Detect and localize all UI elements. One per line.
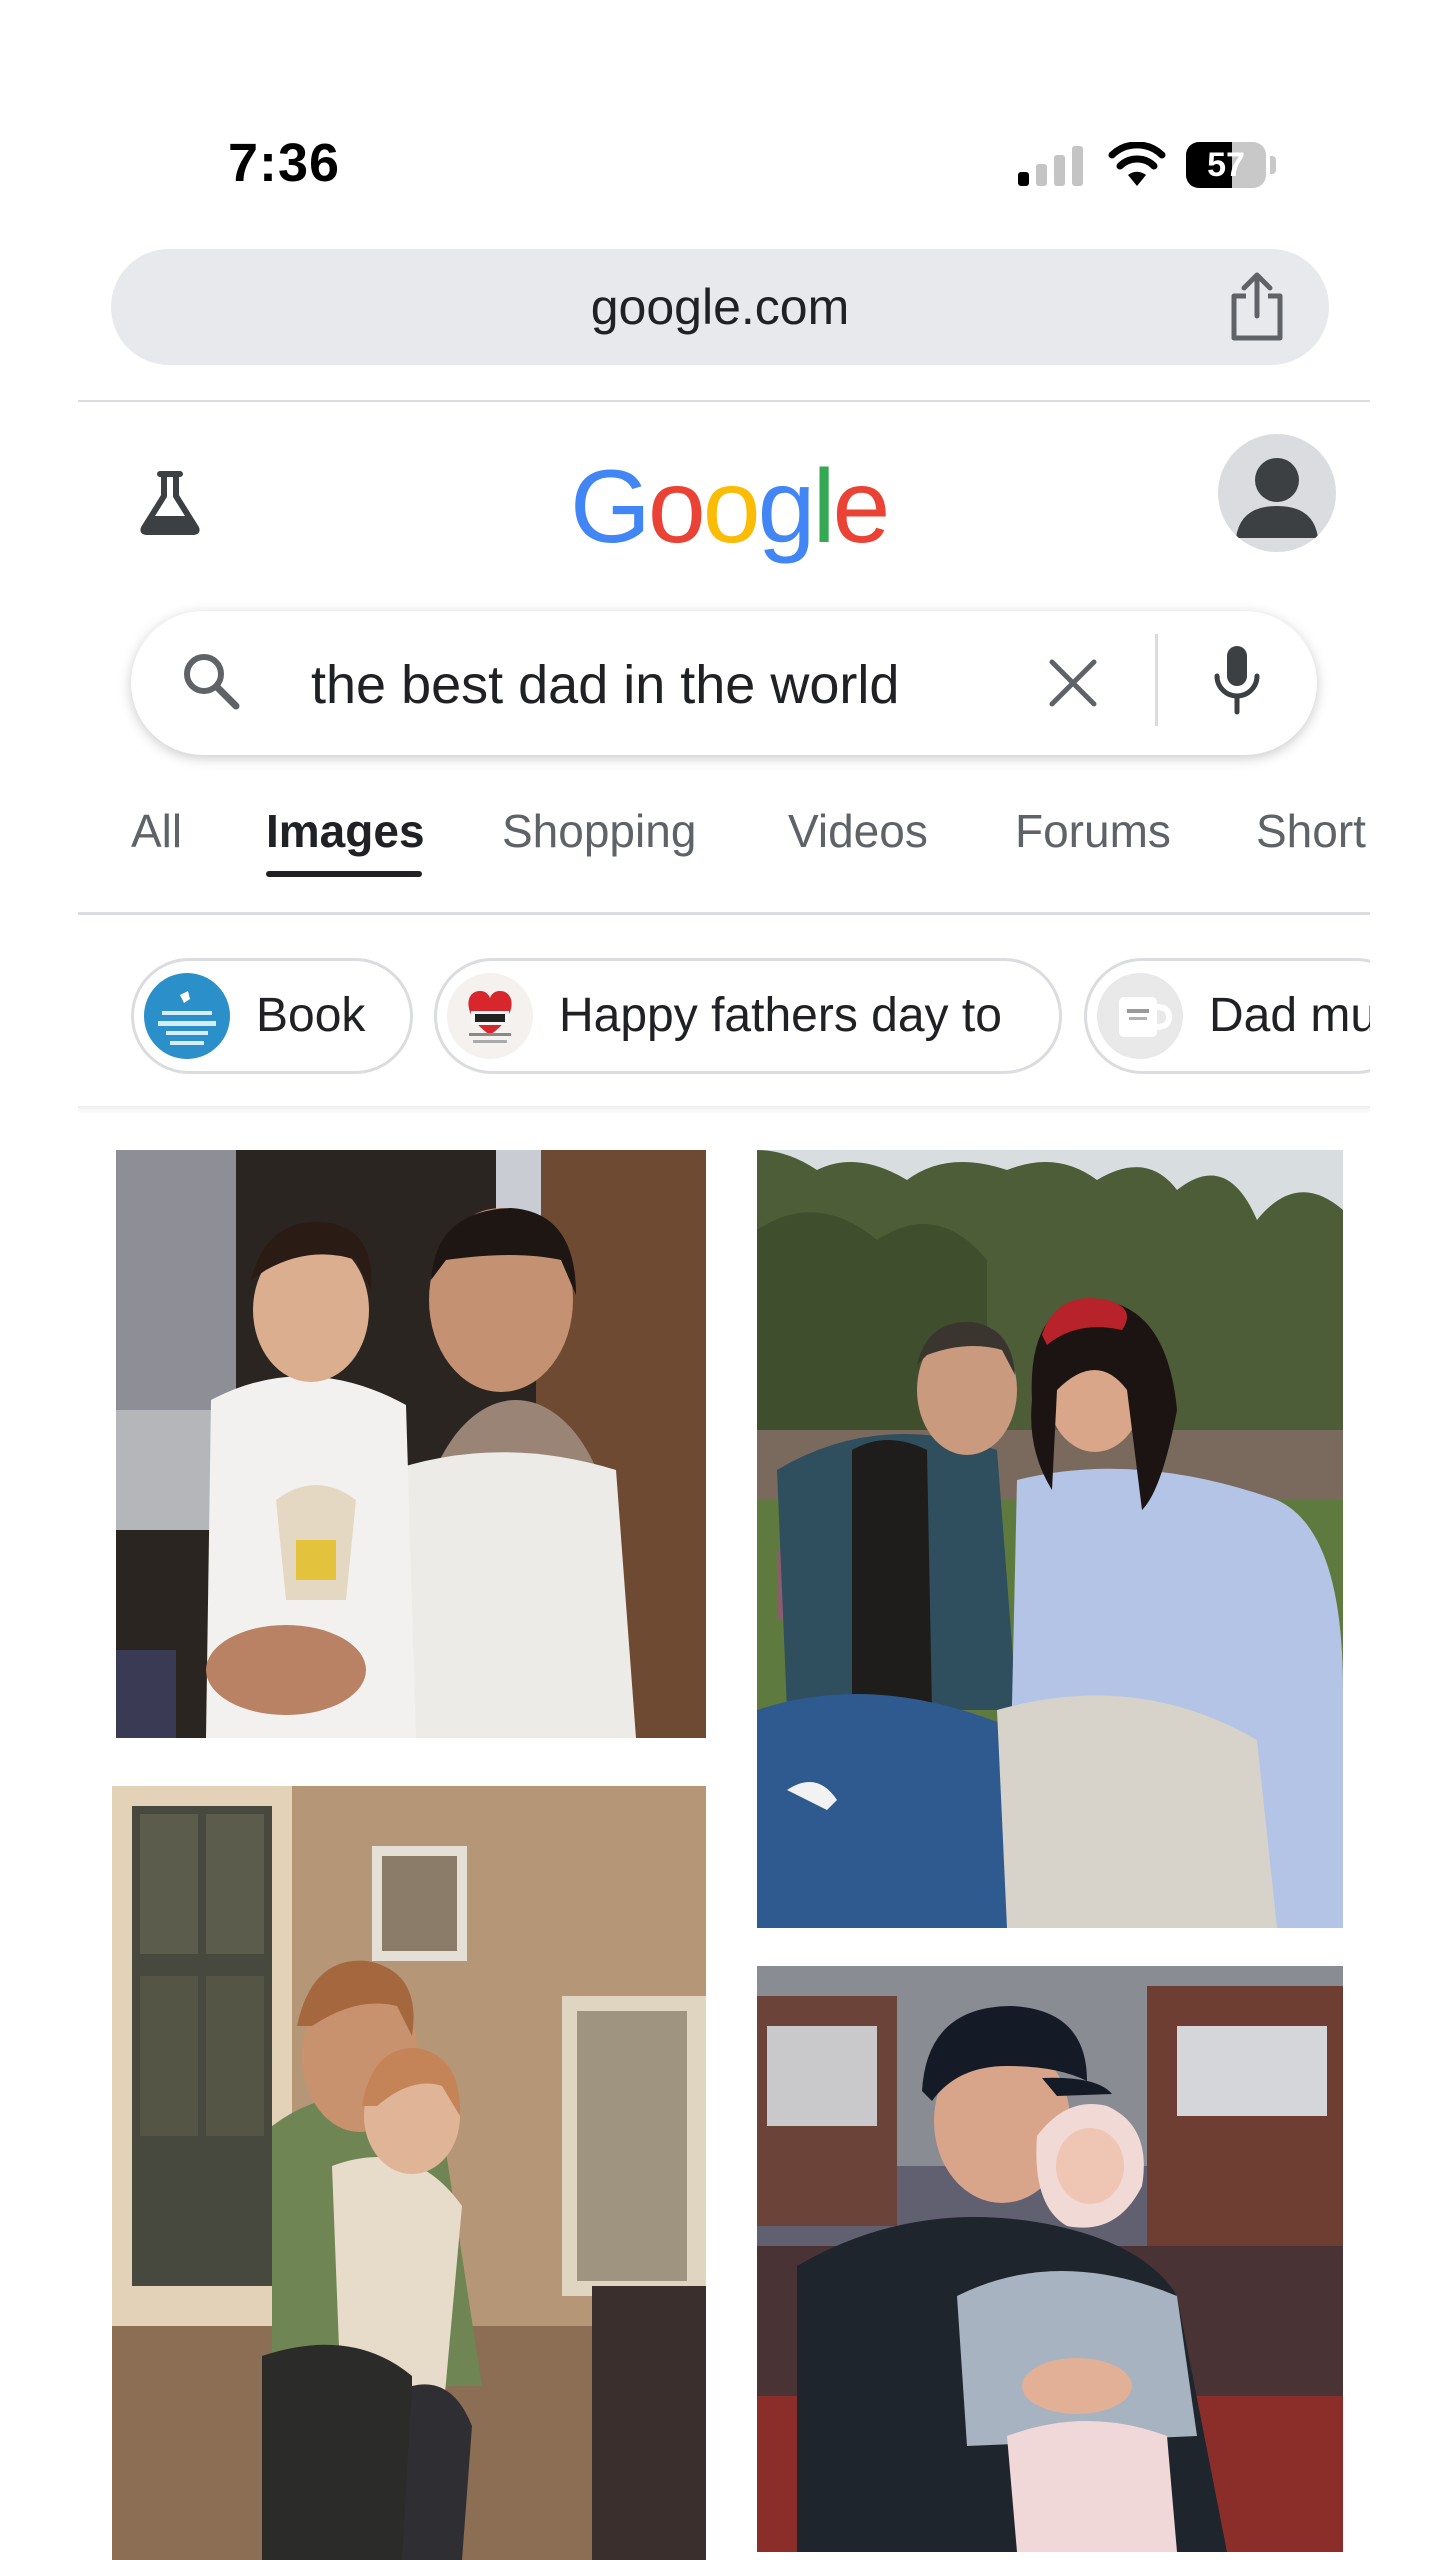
image-result[interactable] — [112, 1786, 706, 2560]
chip-label: Dad mu — [1209, 989, 1378, 1042]
image-result[interactable] — [757, 1966, 1343, 2552]
google-logo[interactable]: Google — [570, 449, 890, 565]
image-result[interactable] — [116, 1150, 706, 1738]
tab-images[interactable]: Images — [266, 796, 425, 866]
chip-dad-mug[interactable]: Dad mu — [1084, 958, 1414, 1074]
labs-flask-icon[interactable] — [134, 466, 206, 538]
chip-label: Book — [256, 989, 366, 1042]
photo-father-child-hug — [112, 1786, 706, 2560]
photo-father-daughter-sweater — [116, 1150, 706, 1738]
address-bar-url: google.com — [590, 279, 850, 335]
search-divider — [1155, 634, 1158, 726]
chip-dad-mug-thumbnail — [1097, 973, 1183, 1059]
search-input[interactable]: the best dad in the world — [311, 650, 899, 720]
battery-percent: 57 — [1207, 146, 1245, 184]
tab-selected-indicator — [266, 871, 422, 877]
google-logo-letter: g — [757, 449, 816, 565]
google-logo-letter: l — [812, 449, 835, 565]
chips-overflow-mask — [1370, 950, 1440, 1090]
battery-icon: 57 — [1186, 142, 1278, 188]
google-logo-letter: o — [702, 449, 761, 565]
tab-shopping[interactable]: Shopping — [502, 796, 696, 866]
photo-father-baby-yankees-cap — [757, 1966, 1343, 2552]
account-avatar[interactable] — [1218, 434, 1336, 552]
tab-all[interactable]: All — [131, 796, 182, 866]
chip-happy-fathers-day-thumbnail — [447, 973, 533, 1059]
chips-divider — [78, 1106, 1370, 1114]
microphone-icon[interactable] — [1207, 644, 1267, 716]
search-icon[interactable] — [178, 648, 242, 712]
address-bar[interactable]: google.com — [111, 249, 1329, 365]
photo-father-daughter-park — [757, 1150, 1343, 1928]
status-time: 7:36 — [228, 133, 341, 193]
tab-forums[interactable]: Forums — [1015, 796, 1171, 866]
wifi-icon — [1108, 142, 1166, 186]
cellular-signal-icon — [1018, 146, 1083, 186]
chip-label: Happy fathers day to — [559, 989, 1002, 1042]
clear-icon[interactable] — [1042, 652, 1104, 714]
tab-shorts[interactable]: Short — [1256, 796, 1370, 866]
image-result[interactable] — [757, 1150, 1343, 1928]
tabs-divider — [78, 912, 1370, 915]
google-logo-letter: o — [647, 449, 706, 565]
toolbar-divider — [78, 400, 1370, 402]
google-logo-letter: e — [832, 449, 891, 565]
chip-book[interactable]: Book — [131, 958, 413, 1074]
chip-book-thumbnail — [144, 973, 230, 1059]
tab-videos[interactable]: Videos — [788, 796, 928, 866]
share-icon[interactable] — [1226, 272, 1288, 342]
google-logo-letter: G — [570, 449, 651, 565]
chip-happy-fathers-day[interactable]: Happy fathers day to — [434, 958, 1062, 1074]
person-icon — [1236, 458, 1318, 538]
